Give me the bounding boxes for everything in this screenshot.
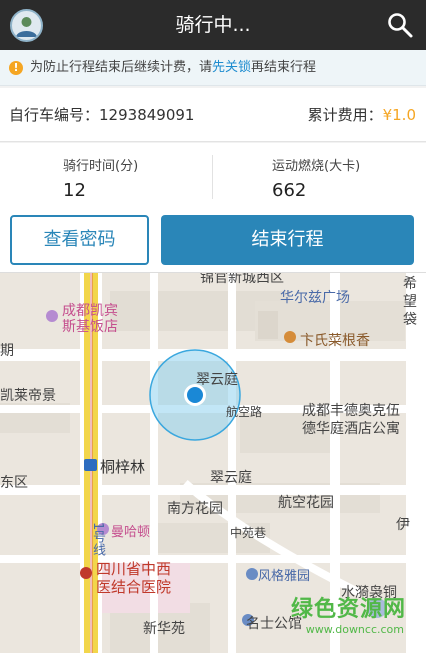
lock-notice: ! 为防止行程结束后继续计费，请先关锁再结束行程 (0, 50, 426, 86)
map-view[interactable]: 锦官新城西区 华尔兹广场 成都凯宾 斯基饭店 卞氏菜根香 期 翠云庭 凯莱帝景 … (0, 273, 426, 653)
watermark-url: www.downcc.com (305, 623, 404, 636)
map-label: 期 (0, 343, 14, 359)
map-label: 东区 (0, 475, 28, 491)
end-trip-button[interactable]: 结束行程 (161, 215, 414, 265)
map-label: 桐梓林 (100, 458, 146, 476)
map-label: 航空花园 (278, 495, 334, 511)
map-label: 医结合医院 (96, 578, 172, 596)
map-label: 卞氏菜根香 (300, 333, 370, 349)
stat-value: 662 (272, 180, 307, 201)
stat-label: 运动燃烧(大卡) (272, 159, 361, 174)
map-label: 南方花园 (167, 501, 223, 517)
view-password-button[interactable]: 查看密码 (10, 215, 149, 265)
map-label: 希 (403, 276, 417, 292)
stat-label: 骑行时间(分) (63, 159, 139, 174)
stat-calories: 运动燃烧(大卡) 662 (272, 143, 360, 209)
map-label: 新华苑 (143, 621, 185, 637)
notice-suffix: 再结束行程 (251, 60, 317, 75)
stat-ride-time: 骑行时间(分) 12 (63, 143, 138, 209)
map-label: 曼哈顿 (111, 525, 151, 540)
warning-icon: ! (9, 61, 23, 75)
map-label: 翠云庭 (210, 470, 252, 486)
map-label: 翠云庭 (196, 372, 238, 388)
bike-number: 自行车编号：1293849091 (9, 88, 194, 142)
page-title: 骑行中... (175, 14, 251, 36)
notice-link[interactable]: 先关锁 (212, 60, 251, 75)
fee: 累计费用：¥1.0 (308, 88, 416, 142)
notice-prefix: 为防止行程结束后继续计费，请 (30, 60, 213, 75)
action-buttons: 查看密码 结束行程 (0, 209, 426, 273)
bike-number-label: 自行车编号： (9, 106, 100, 124)
top-bar: 骑行中... (0, 0, 426, 50)
fee-value: ¥1.0 (382, 106, 416, 124)
map-label: 成都丰德奥克伍 (302, 403, 400, 419)
map-label: 袋 (403, 312, 417, 328)
search-icon[interactable] (386, 11, 414, 39)
map-label: 凯莱帝景 (0, 388, 56, 404)
watermark: 绿色资源网 (290, 597, 406, 622)
stats-divider (212, 155, 213, 199)
map-label: 斯基饭店 (62, 319, 118, 335)
bike-number-value: 1293849091 (99, 106, 195, 124)
map-label: 风格雅园 (258, 569, 311, 584)
map-label: 1号线 (90, 522, 105, 557)
map-label: 航空路 (226, 405, 263, 419)
map-label: 锦官新城西区 (200, 273, 284, 286)
bike-info: 自行车编号：1293849091 累计费用：¥1.0 (0, 88, 426, 142)
map-label: 伊 (396, 517, 410, 533)
ride-stats: 骑行时间(分) 12 运动燃烧(大卡) 662 (0, 143, 426, 209)
map-label: 德华庭酒店公寓 (302, 421, 400, 437)
stat-value: 12 (63, 180, 86, 201)
fee-label: 累计费用： (307, 106, 383, 124)
map-label: 望 (403, 294, 417, 310)
map-label: 华尔兹广场 (280, 290, 350, 306)
map-label: 中苑巷 (230, 526, 267, 540)
